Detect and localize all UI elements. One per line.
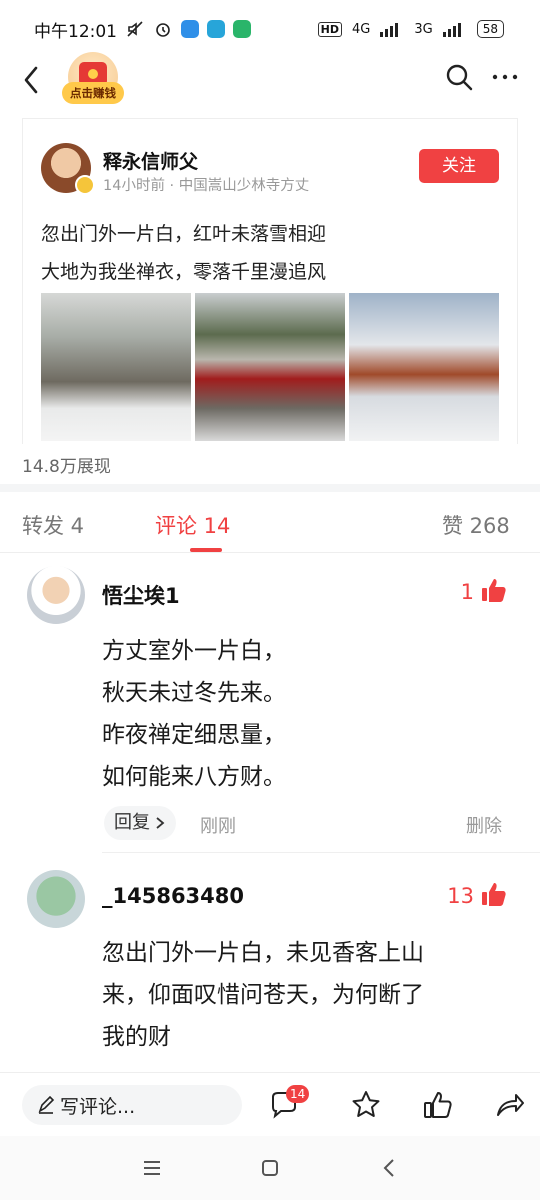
share-arrow-icon[interactable]	[494, 1089, 526, 1121]
comment-text: 方丈室外一片白， 秋天未过冬先来。 昨夜禅定细思量， 如何能来八方财。	[102, 630, 286, 798]
post-text-line-2: 大地为我坐禅衣，零落千里漫追风	[41, 261, 327, 283]
post-photo-snow-trees[interactable]	[41, 293, 191, 441]
thumbs-up-icon[interactable]	[422, 1089, 454, 1121]
tabs-divider	[0, 552, 540, 553]
battery-indicator: 58	[476, 20, 504, 38]
system-nav-bar	[0, 1136, 540, 1200]
comment-text-line: 如何能来八方财。	[102, 764, 286, 790]
comment-text: 忽出门外一片白，未见香客上山 来，仰面叹惜问苍天，为何断了 我的财	[102, 932, 512, 1058]
thumbs-up-filled-icon[interactable]	[480, 576, 508, 604]
hd-icon: HD	[317, 21, 342, 37]
follow-button[interactable]: 关注	[419, 149, 499, 183]
earn-label: 点击赚钱	[62, 82, 124, 104]
comment-text-line: 忽出门外一片白，未见香客上山	[102, 940, 424, 966]
tab-comment[interactable]: 评论 14	[155, 510, 230, 540]
comment-username[interactable]: 悟尘埃1	[102, 580, 180, 610]
write-comment-input[interactable]: 写评论...	[22, 1085, 242, 1125]
status-right: HD 4G 3G 58	[317, 20, 504, 38]
comment-text-line: 方丈室外一片白，	[102, 638, 286, 664]
back-arrow-icon[interactable]	[18, 60, 44, 100]
tab-like[interactable]: 赞 268	[442, 510, 510, 540]
comment-text-line: 秋天未过冬先来。	[102, 680, 286, 706]
pencil-icon	[38, 1095, 55, 1114]
delete-button[interactable]: 删除	[466, 812, 502, 838]
comment-count-badge: 14	[286, 1085, 310, 1103]
comment-username[interactable]: _145863480	[102, 884, 244, 908]
star-icon[interactable]	[350, 1089, 382, 1121]
signal-icon-2	[442, 23, 461, 37]
comment-text-line: 我的财	[102, 1024, 171, 1050]
comment-text-line: 昨夜禅定细思量，	[102, 722, 286, 748]
post-photo-snowy-roof[interactable]	[349, 293, 499, 441]
app-notify-icon-green	[233, 20, 251, 38]
post-meta: 14小时前 · 中国嵩山少林寺方丈	[103, 178, 310, 194]
author-name[interactable]: 释永信师父	[103, 147, 198, 174]
system-back-icon[interactable]	[378, 1156, 402, 1180]
post-photo-temple-gate[interactable]	[195, 293, 345, 441]
status-bar: 中午12:01 HD 4G 3G 58	[0, 0, 540, 58]
home-square-icon[interactable]	[258, 1156, 282, 1180]
thumbs-up-filled-icon[interactable]	[480, 880, 508, 908]
comment-avatar[interactable]	[27, 566, 85, 624]
status-time: 中午12:01	[34, 21, 117, 42]
post-card[interactable]: 释永信师父 14小时前 · 中国嵩山少林寺方丈 关注 忽出门外一片白，红叶未落雪…	[22, 118, 518, 444]
more-options-icon[interactable]	[490, 62, 520, 92]
bottom-action-bar: 写评论... 14	[0, 1072, 540, 1136]
earn-money-button[interactable]: 点击赚钱	[62, 52, 124, 114]
comment-like-count: 13	[447, 884, 474, 908]
alarm-icon	[156, 23, 170, 37]
reply-label: 回复	[114, 812, 150, 833]
comment-text-line: 来，仰面叹惜问苍天，为何断了	[102, 982, 424, 1008]
tab-repost[interactable]: 转发 4	[22, 510, 84, 540]
search-icon[interactable]	[444, 62, 474, 92]
app-notify-icon-teal	[207, 20, 225, 38]
write-comment-placeholder: 写评论...	[60, 1095, 136, 1118]
comment-avatar[interactable]	[27, 870, 85, 928]
reply-button[interactable]: 回复	[104, 806, 176, 840]
signal-3g-label: 3G	[414, 21, 433, 37]
menu-icon[interactable]	[140, 1156, 164, 1180]
chevron-right-icon	[156, 817, 165, 829]
top-nav: 点击赚钱	[0, 52, 540, 108]
signal-icon	[380, 23, 399, 37]
comment-divider	[102, 852, 540, 853]
signal-4g-label: 4G	[352, 21, 371, 37]
comment-time: 刚刚	[200, 816, 236, 837]
comment-like-count: 1	[460, 580, 474, 604]
status-left: 中午12:01	[34, 17, 251, 42]
app-notify-icon-blue	[181, 20, 199, 38]
verified-badge-icon	[75, 175, 95, 195]
section-divider	[0, 484, 540, 492]
post-text-line-1: 忽出门外一片白，红叶未落雪相迎	[41, 223, 327, 245]
view-count: 14.8万展现	[22, 457, 111, 477]
mute-icon	[127, 21, 143, 37]
